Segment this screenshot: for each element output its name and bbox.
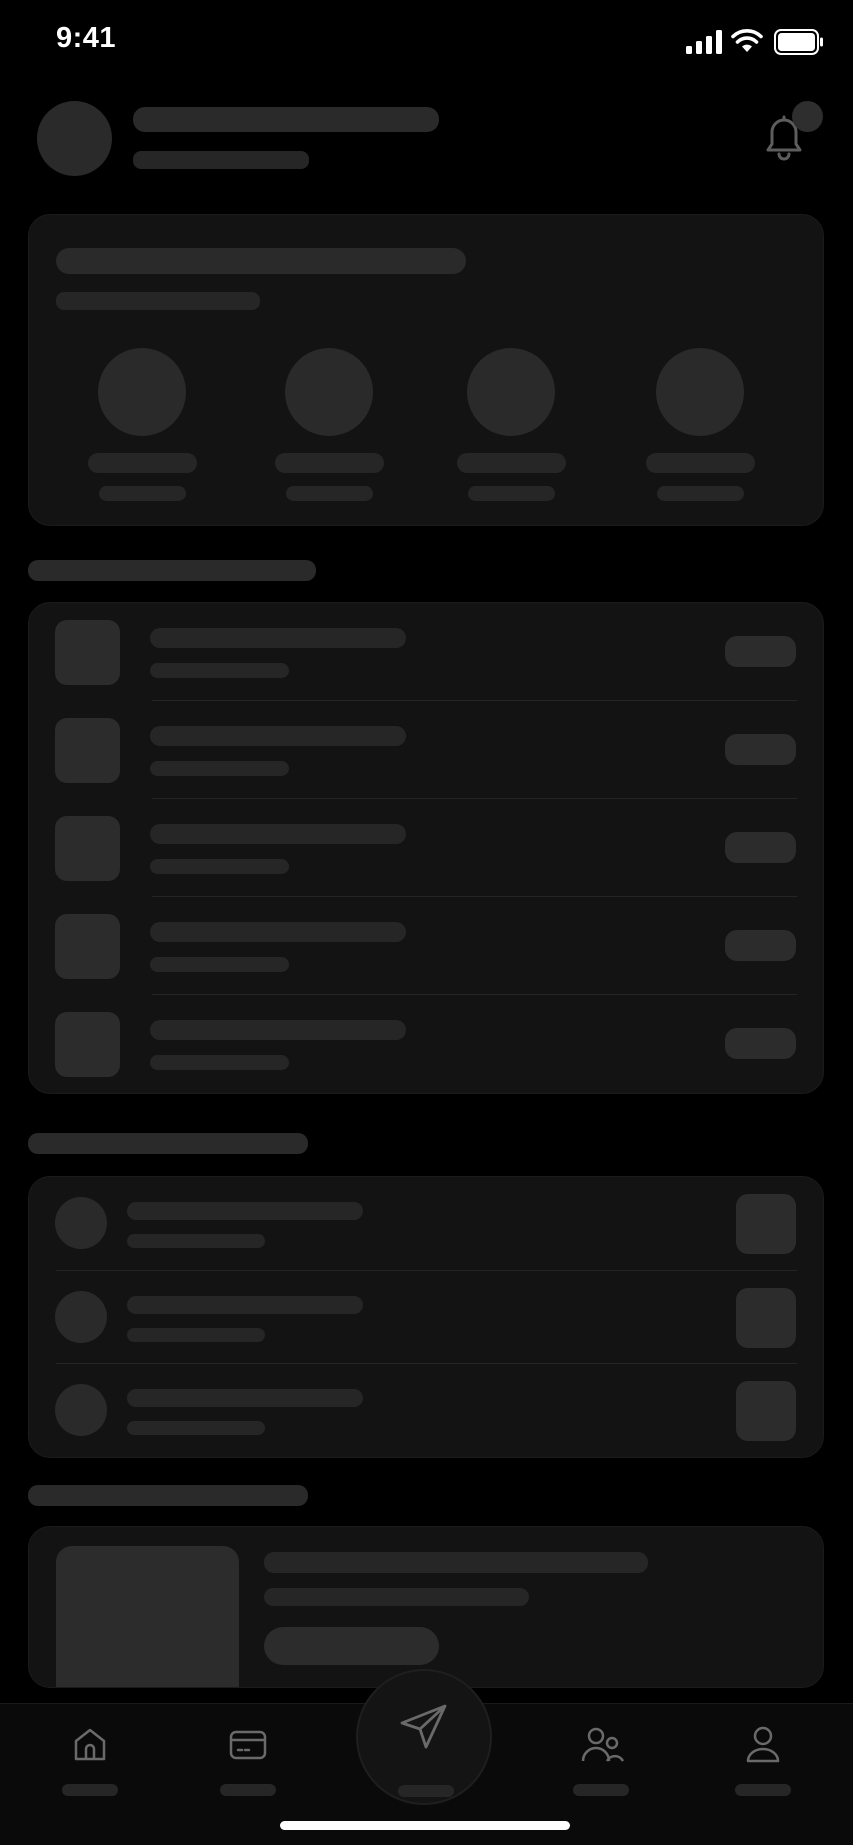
quick-action-sublabel [468, 486, 555, 501]
list-item[interactable] [28, 700, 824, 798]
greeting-placeholder [133, 107, 439, 132]
notification-badge [792, 101, 823, 132]
list-item-avatar [55, 1291, 107, 1343]
list-item-subtitle-placeholder [127, 1328, 265, 1342]
list-item-subtitle-placeholder [150, 957, 289, 972]
tab-profile[interactable] [713, 1704, 813, 1824]
section-heading-placeholder [28, 1485, 308, 1506]
tab-label-placeholder [735, 1784, 791, 1796]
quick-action-label [88, 453, 197, 473]
list-item-title-placeholder [127, 1389, 363, 1407]
list-item-title-placeholder [127, 1202, 363, 1220]
list-item-subtitle-placeholder [150, 1055, 289, 1070]
list-item-avatar [55, 1197, 107, 1249]
list-item-subtitle-placeholder [127, 1234, 265, 1248]
quick-action-sublabel [286, 486, 373, 501]
list-item-thumbnail [55, 914, 120, 979]
list-item-title-placeholder [150, 824, 406, 844]
promo-subtitle-placeholder [264, 1588, 529, 1606]
home-icon [74, 1728, 106, 1761]
tab-activity[interactable] [551, 1704, 651, 1824]
quick-action-sublabel [657, 486, 744, 501]
card-icon [229, 1730, 267, 1760]
list-item[interactable] [28, 1176, 824, 1270]
profile-icon [746, 1726, 780, 1763]
list-item-action-placeholder[interactable] [736, 1194, 796, 1254]
list-item-amount-placeholder [725, 930, 796, 961]
list-item-action-placeholder[interactable] [736, 1288, 796, 1348]
list-item-avatar [55, 1384, 107, 1436]
list-item-thumbnail [55, 816, 120, 881]
people-icon [581, 1727, 625, 1762]
list-item[interactable] [28, 1363, 824, 1456]
list-item[interactable] [28, 1270, 824, 1363]
list-item[interactable] [28, 798, 824, 896]
card-subtitle-placeholder [56, 292, 260, 310]
list-item-subtitle-placeholder [150, 761, 289, 776]
list-item-amount-placeholder [725, 734, 796, 765]
send-button[interactable] [356, 1669, 492, 1805]
list-item[interactable] [28, 994, 824, 1092]
list-item-amount-placeholder [725, 636, 796, 667]
section-heading-placeholder [28, 560, 316, 581]
quick-action-icon[interactable] [467, 348, 555, 436]
tab-label-placeholder [573, 1784, 629, 1796]
signal-icon [686, 30, 722, 59]
tab-label-placeholder [220, 1784, 276, 1796]
status-time: 9:41 [56, 22, 117, 54]
quick-action-sublabel [99, 486, 186, 501]
quick-action-icon[interactable] [285, 348, 373, 436]
list-item-amount-placeholder [725, 1028, 796, 1059]
list-item[interactable] [28, 602, 824, 700]
list-item-thumbnail [55, 1012, 120, 1077]
promo-card[interactable] [28, 1526, 824, 1688]
tab-cards[interactable] [198, 1704, 298, 1824]
list-item-title-placeholder [150, 922, 406, 942]
tab-home[interactable] [40, 1704, 140, 1824]
quick-action-icon[interactable] [98, 348, 186, 436]
list-item[interactable] [28, 896, 824, 994]
promo-image-placeholder [56, 1546, 239, 1687]
quick-action-label [646, 453, 755, 473]
list-item-subtitle-placeholder [127, 1421, 265, 1435]
list-item-subtitle-placeholder [150, 663, 289, 678]
card-title-placeholder [56, 248, 466, 274]
list-item-subtitle-placeholder [150, 859, 289, 874]
subtitle-placeholder [133, 151, 309, 169]
list-item-title-placeholder [127, 1296, 363, 1314]
promo-button-placeholder[interactable] [264, 1627, 439, 1665]
list-item-title-placeholder [150, 628, 406, 648]
home-indicator [280, 1821, 570, 1830]
quick-action-label [457, 453, 566, 473]
quick-action-icon[interactable] [656, 348, 744, 436]
send-icon [400, 1704, 447, 1749]
tab-label-placeholder [62, 1784, 118, 1796]
tab-label-placeholder [398, 1785, 454, 1797]
quick-action-label [275, 453, 384, 473]
list-item-title-placeholder [150, 1020, 406, 1040]
wifi-icon [731, 28, 763, 59]
list-item-title-placeholder [150, 726, 406, 746]
list-item-action-placeholder[interactable] [736, 1381, 796, 1441]
battery-icon [774, 29, 824, 60]
section-heading-placeholder [28, 1133, 308, 1154]
promo-title-placeholder [264, 1552, 648, 1573]
avatar[interactable] [37, 101, 112, 176]
list-item-amount-placeholder [725, 832, 796, 863]
list-item-thumbnail [55, 718, 120, 783]
list-item-thumbnail [55, 620, 120, 685]
